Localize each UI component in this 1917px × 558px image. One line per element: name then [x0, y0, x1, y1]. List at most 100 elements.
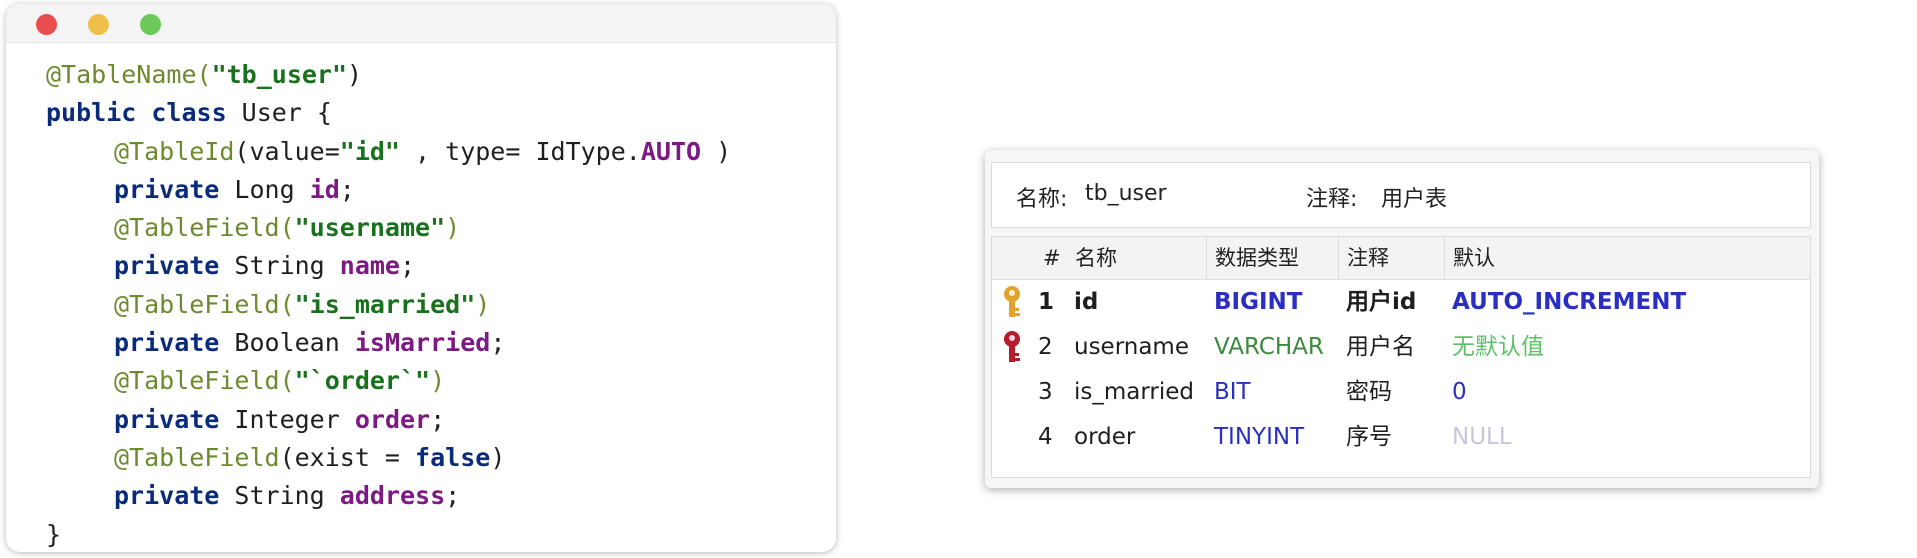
column-type: BIGINT	[1214, 289, 1303, 315]
plain-token: Boolean	[234, 328, 355, 358]
table-row[interactable]: 4 order TINYINT 序号 NULL	[992, 415, 1810, 460]
field-token: name	[339, 251, 400, 281]
header-name[interactable]: 名称	[1067, 237, 1207, 279]
row-number: 4	[1038, 424, 1053, 450]
column-comment: 序号	[1346, 424, 1392, 450]
plain-token: (value=	[234, 136, 340, 166]
plain-token: Long	[234, 174, 310, 204]
code-line: private Integer order;	[46, 401, 731, 439]
plain-token: , type= IdType.	[400, 136, 641, 166]
column-comment: 用户id	[1346, 289, 1417, 315]
code-window: @TableName("tb_user") public class User …	[6, 4, 836, 552]
field-token: AUTO	[640, 136, 702, 166]
plain-token: )	[701, 136, 732, 166]
code-line: @TableField("username")	[46, 209, 731, 247]
column-type: TINYINT	[1214, 424, 1305, 450]
plain-token: ;	[430, 404, 446, 434]
table-comment-label: 注释:	[1306, 187, 1358, 212]
code-line: @TableName("tb_user")	[46, 56, 731, 94]
table-row[interactable]: 1 id BIGINT 用户id AUTO_INCREMENT	[992, 280, 1810, 325]
plain-token: )	[490, 442, 506, 472]
plain-token: )	[347, 60, 363, 89]
annotation-token: @TableField	[114, 442, 280, 472]
keyword-token: private	[114, 174, 235, 204]
code-line: private Long id;	[46, 171, 731, 209]
code-editor: @TableName("tb_user") public class User …	[46, 56, 731, 552]
header-comment[interactable]: 注释	[1339, 237, 1445, 279]
string-token: "id"	[339, 136, 400, 166]
primary-key-icon	[1004, 286, 1020, 317]
keyword-token: private	[114, 251, 235, 281]
string-token: "is_married"	[294, 289, 476, 319]
plain-token: ;	[400, 251, 416, 281]
column-default: 无默认值	[1452, 334, 1544, 360]
code-line: @TableField("`order`")	[46, 362, 731, 400]
grid-header-row: # 名称 数据类型 注释 默认	[992, 237, 1810, 280]
code-line: public class User {	[46, 94, 731, 132]
row-number: 2	[1038, 334, 1053, 360]
column-comment: 用户名	[1346, 334, 1415, 360]
close-window-button[interactable]	[36, 14, 57, 35]
plain-token: String	[234, 481, 340, 511]
annotation-token: )	[430, 366, 446, 396]
table-info-header: 名称: tb_user 注释: 用户表	[991, 162, 1811, 228]
code-line: private String name;	[46, 247, 731, 285]
header-key-column	[992, 237, 1037, 279]
column-default: NULL	[1452, 424, 1512, 450]
plain-token: ;	[339, 174, 355, 204]
column-name: id	[1074, 289, 1099, 315]
field-token: id	[309, 174, 340, 204]
plain-token: }	[46, 519, 62, 549]
keyword-token: private	[114, 328, 235, 358]
column-default: 0	[1452, 379, 1467, 405]
row-number: 1	[1038, 289, 1055, 315]
code-line: @TableId(value="id" , type= IdType.AUTO …	[46, 133, 731, 171]
minimize-window-button[interactable]	[88, 14, 109, 35]
code-line: private String address;	[46, 477, 731, 515]
field-token: address	[339, 481, 446, 511]
maximize-window-button[interactable]	[140, 14, 161, 35]
plain-token: (exist =	[279, 442, 416, 472]
table-name-value: tb_user	[1085, 181, 1167, 206]
plain-token: ;	[490, 328, 506, 358]
table-structure-panel: 名称: tb_user 注释: 用户表 # 名称 数据类型 注释 默认 1 id…	[985, 150, 1819, 488]
annotation-token: @TableField(	[114, 213, 295, 243]
annotation-token: )	[475, 289, 491, 319]
keyword-token: private	[114, 481, 235, 511]
annotation-token: )	[445, 213, 461, 243]
keyword-token: public class	[46, 98, 242, 128]
string-token: "`order`"	[294, 366, 431, 396]
field-token: isMarried	[354, 328, 491, 358]
plain-token: Integer	[234, 404, 355, 434]
annotation-token: @TableField(	[114, 289, 295, 319]
header-number[interactable]: #	[1037, 237, 1067, 279]
header-data-type[interactable]: 数据类型	[1207, 237, 1339, 279]
code-line: @TableField(exist = false)	[46, 439, 731, 477]
table-row[interactable]: 3 is_married BIT 密码 0	[992, 370, 1810, 415]
string-token: "tb_user"	[211, 60, 348, 89]
column-type: BIT	[1214, 379, 1251, 405]
column-name: order	[1074, 424, 1136, 450]
column-type: VARCHAR	[1214, 334, 1324, 360]
plain-token: User {	[241, 98, 332, 128]
keyword-token: false	[415, 442, 491, 472]
code-line: }	[46, 516, 731, 552]
columns-grid: # 名称 数据类型 注释 默认 1 id BIGINT 用户id AUTO_IN…	[991, 236, 1811, 478]
column-comment: 密码	[1346, 379, 1392, 405]
table-name-label: 名称:	[1016, 187, 1068, 212]
field-token: order	[354, 404, 431, 434]
plain-token: ;	[445, 481, 461, 511]
annotation-token: @TableId	[114, 136, 235, 166]
row-number: 3	[1038, 379, 1053, 405]
column-name: username	[1074, 334, 1189, 360]
table-comment-value: 用户表	[1381, 187, 1448, 212]
header-default[interactable]: 默认	[1445, 237, 1810, 279]
column-name: is_married	[1074, 379, 1195, 405]
code-line: private Boolean isMarried;	[46, 324, 731, 362]
table-row[interactable]: 2 username VARCHAR 用户名 无默认值	[992, 325, 1810, 370]
annotation-token: @TableField(	[114, 366, 295, 396]
code-line: @TableField("is_married")	[46, 286, 731, 324]
unique-key-icon	[1004, 331, 1020, 362]
window-titlebar	[6, 4, 836, 43]
column-default: AUTO_INCREMENT	[1452, 289, 1687, 315]
